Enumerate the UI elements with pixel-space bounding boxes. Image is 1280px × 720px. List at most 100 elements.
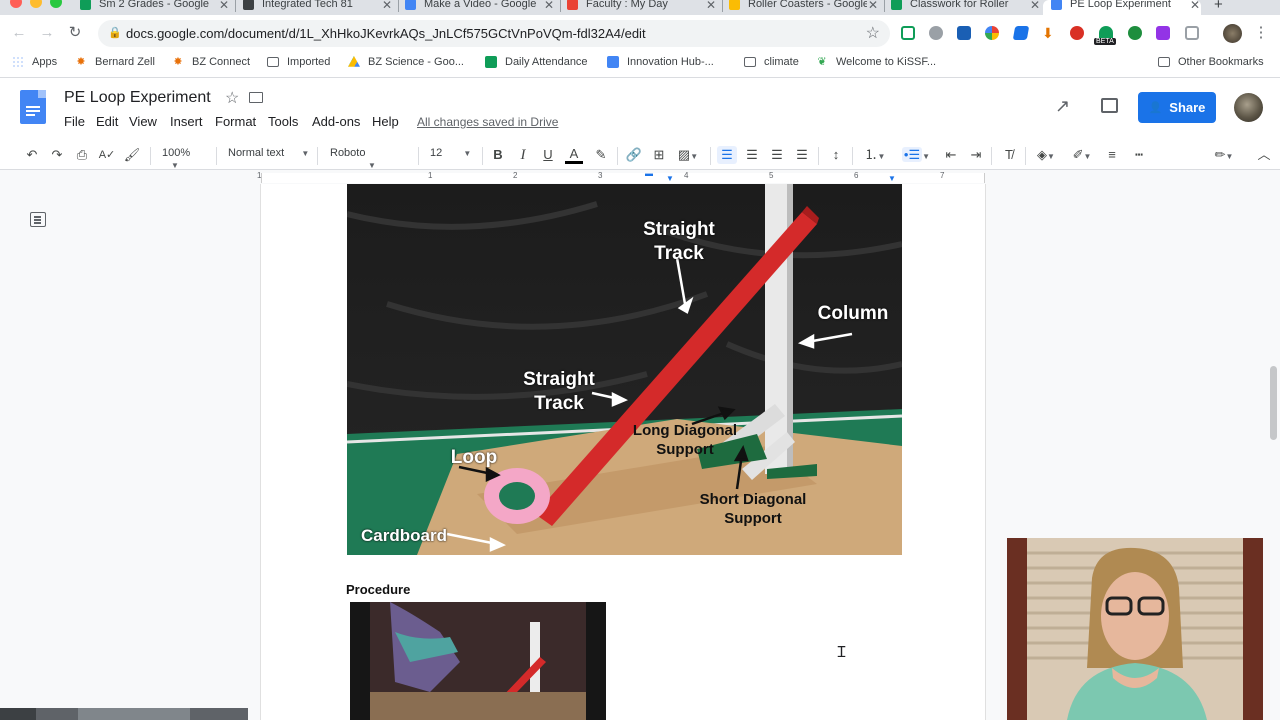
paint-format-icon[interactable]: 🖌 (123, 146, 141, 164)
text-color-icon[interactable]: A (565, 146, 583, 164)
account-avatar[interactable] (1234, 93, 1263, 122)
border-color-icon[interactable]: ✐▼ (1068, 146, 1096, 164)
spellcheck-icon[interactable]: A✓ (98, 146, 116, 164)
numbered-list-icon[interactable]: ⒈▼ (861, 146, 889, 164)
profile-avatar[interactable] (1223, 24, 1242, 43)
font-size-select[interactable]: 12 ▼ (430, 147, 476, 159)
right-indent-marker[interactable]: ▼ (888, 174, 896, 183)
italic-icon[interactable]: I (514, 146, 532, 164)
scrollbar-thumb[interactable] (1270, 366, 1277, 440)
browser-tab[interactable]: Classwork for Roller ✕ (891, 0, 1041, 15)
address-bar[interactable]: 🔒 docs.google.com/document/d/1L_XhHkoJKe… (98, 20, 890, 47)
bookmark-item[interactable]: climate (744, 56, 799, 68)
underline-icon[interactable]: U (539, 146, 557, 164)
left-indent-marker[interactable]: ▼ (666, 174, 674, 183)
reload-icon[interactable]: ↻ (66, 24, 84, 42)
star-icon[interactable]: ☆ (225, 88, 239, 108)
maximize-window-icon[interactable] (50, 0, 62, 8)
border-dash-icon[interactable]: ┅ (1130, 146, 1148, 164)
new-tab-button[interactable]: + (1214, 0, 1232, 15)
tab-close-icon[interactable]: ✕ (381, 0, 393, 12)
procedure-heading[interactable]: Procedure (346, 582, 410, 597)
tab-close-icon[interactable]: ✕ (1029, 0, 1041, 12)
align-right-icon[interactable]: ☰ (768, 146, 786, 164)
increase-indent-icon[interactable]: ⇥ (967, 146, 985, 164)
menu-format[interactable]: Format (215, 114, 256, 129)
document-outline-icon[interactable] (30, 212, 46, 227)
bulleted-list-icon[interactable]: •☰ ▼ (901, 146, 931, 164)
indent-marker[interactable]: ▬ (645, 169, 653, 178)
tab-close-icon[interactable]: ✕ (543, 0, 555, 12)
bold-icon[interactable]: B (489, 146, 507, 164)
extension-icon[interactable] (1156, 26, 1170, 40)
menu-addons[interactable]: Add-ons (312, 114, 360, 129)
align-center-icon[interactable]: ☰ (743, 146, 761, 164)
extension-icon[interactable] (1012, 26, 1030, 40)
menu-edit[interactable]: Edit (96, 114, 118, 129)
print-icon[interactable]: ⎙ (73, 146, 91, 164)
bookmark-item[interactable]: Imported (267, 56, 330, 68)
comment-icon[interactable] (1101, 98, 1118, 113)
extension-icon[interactable] (1070, 26, 1084, 40)
menu-file[interactable]: File (64, 114, 85, 129)
move-folder-icon[interactable] (249, 92, 263, 103)
editing-mode-icon[interactable]: ✏▼ (1210, 146, 1238, 164)
decrease-indent-icon[interactable]: ⇤ (942, 146, 960, 164)
paragraph-style-select[interactable]: Normal text ▼ (228, 147, 310, 159)
video-progress-bar[interactable] (0, 708, 248, 720)
save-status[interactable]: All changes saved in Drive (417, 115, 558, 129)
bookmark-item[interactable]: BZ Science - Goo... (348, 56, 464, 68)
document-title[interactable]: PE Loop Experiment (64, 89, 211, 107)
browser-tab[interactable]: Make a Video - Google ✕ (405, 0, 555, 15)
fill-color-icon[interactable]: ◈▼ (1032, 146, 1060, 164)
link-icon[interactable]: 🔗 (625, 146, 643, 164)
align-left-icon[interactable]: ☰ (717, 146, 737, 164)
procedure-video-thumbnail[interactable] (350, 602, 606, 720)
activity-trend-icon[interactable]: ↗ (1055, 96, 1070, 117)
browser-tab[interactable]: Integrated Tech 81 ✕ (243, 0, 393, 15)
browser-tab-active[interactable]: PE Loop Experiment ✕ (1043, 0, 1201, 15)
minimize-window-icon[interactable] (30, 0, 42, 8)
tab-close-icon[interactable]: ✕ (705, 0, 717, 12)
bookmark-star-icon[interactable]: ☆ (866, 23, 880, 43)
undo-icon[interactable]: ↶ (23, 146, 41, 164)
share-button[interactable]: 👤 Share (1138, 92, 1216, 123)
highlight-icon[interactable]: ✎ (592, 146, 610, 164)
tab-close-icon[interactable]: ✕ (867, 0, 879, 12)
ruler[interactable]: 1 1 2 3 4 5 6 7 ▬ ▼ ▼ (0, 169, 1280, 184)
menu-insert[interactable]: Insert (170, 114, 203, 129)
extension-icon[interactable] (901, 26, 915, 40)
browser-tab[interactable]: Sm 2 Grades - Google ✕ (80, 0, 230, 15)
extension-icon[interactable] (1128, 26, 1142, 40)
line-spacing-icon[interactable]: ↕ (827, 146, 845, 164)
extension-icon[interactable] (985, 26, 999, 40)
browser-tab[interactable]: Faculty : My Day ✕ (567, 0, 717, 15)
roller-coaster-diagram-photo[interactable]: Straight Track Column Straight Track Lon… (347, 184, 902, 555)
browser-tab[interactable]: Roller Coasters - Google ✕ (729, 0, 879, 15)
lock-icon[interactable]: 🔒 (108, 26, 122, 39)
insert-image-icon[interactable]: ▨▼ (675, 146, 701, 164)
url-text[interactable]: docs.google.com/document/d/1L_XhHkoJKevr… (126, 26, 646, 41)
extension-icon[interactable] (929, 26, 943, 40)
align-justify-icon[interactable]: ☰ (793, 146, 811, 164)
bookmark-item[interactable]: Innovation Hub-... (607, 56, 714, 68)
tab-close-icon[interactable]: ✕ (1189, 0, 1201, 12)
download-icon[interactable]: ⬇ (1042, 26, 1056, 40)
extension-icon[interactable] (957, 26, 971, 40)
bookmark-item[interactable]: ✸ BZ Connect (172, 56, 250, 68)
tab-close-icon[interactable]: ✕ (218, 0, 230, 12)
menu-help[interactable]: Help (372, 114, 399, 129)
clear-formatting-icon[interactable]: T̸ (1000, 146, 1018, 164)
bookmark-item[interactable]: Apps (12, 56, 57, 68)
menu-tools[interactable]: Tools (268, 114, 298, 129)
menu-view[interactable]: View (129, 114, 157, 129)
forward-arrow-icon[interactable]: → (38, 24, 56, 42)
bookmark-item[interactable]: ✸ Bernard Zell (75, 56, 155, 68)
close-window-icon[interactable] (10, 0, 22, 8)
zoom-select[interactable]: 100% ▼ (162, 147, 208, 171)
collapse-menu-icon[interactable]: ︿ (1255, 146, 1273, 164)
docs-logo-icon[interactable] (20, 90, 46, 124)
extension-icon[interactable] (1185, 26, 1199, 40)
add-comment-icon[interactable]: ⊞ (650, 146, 668, 164)
border-weight-icon[interactable]: ≡ (1103, 146, 1121, 164)
